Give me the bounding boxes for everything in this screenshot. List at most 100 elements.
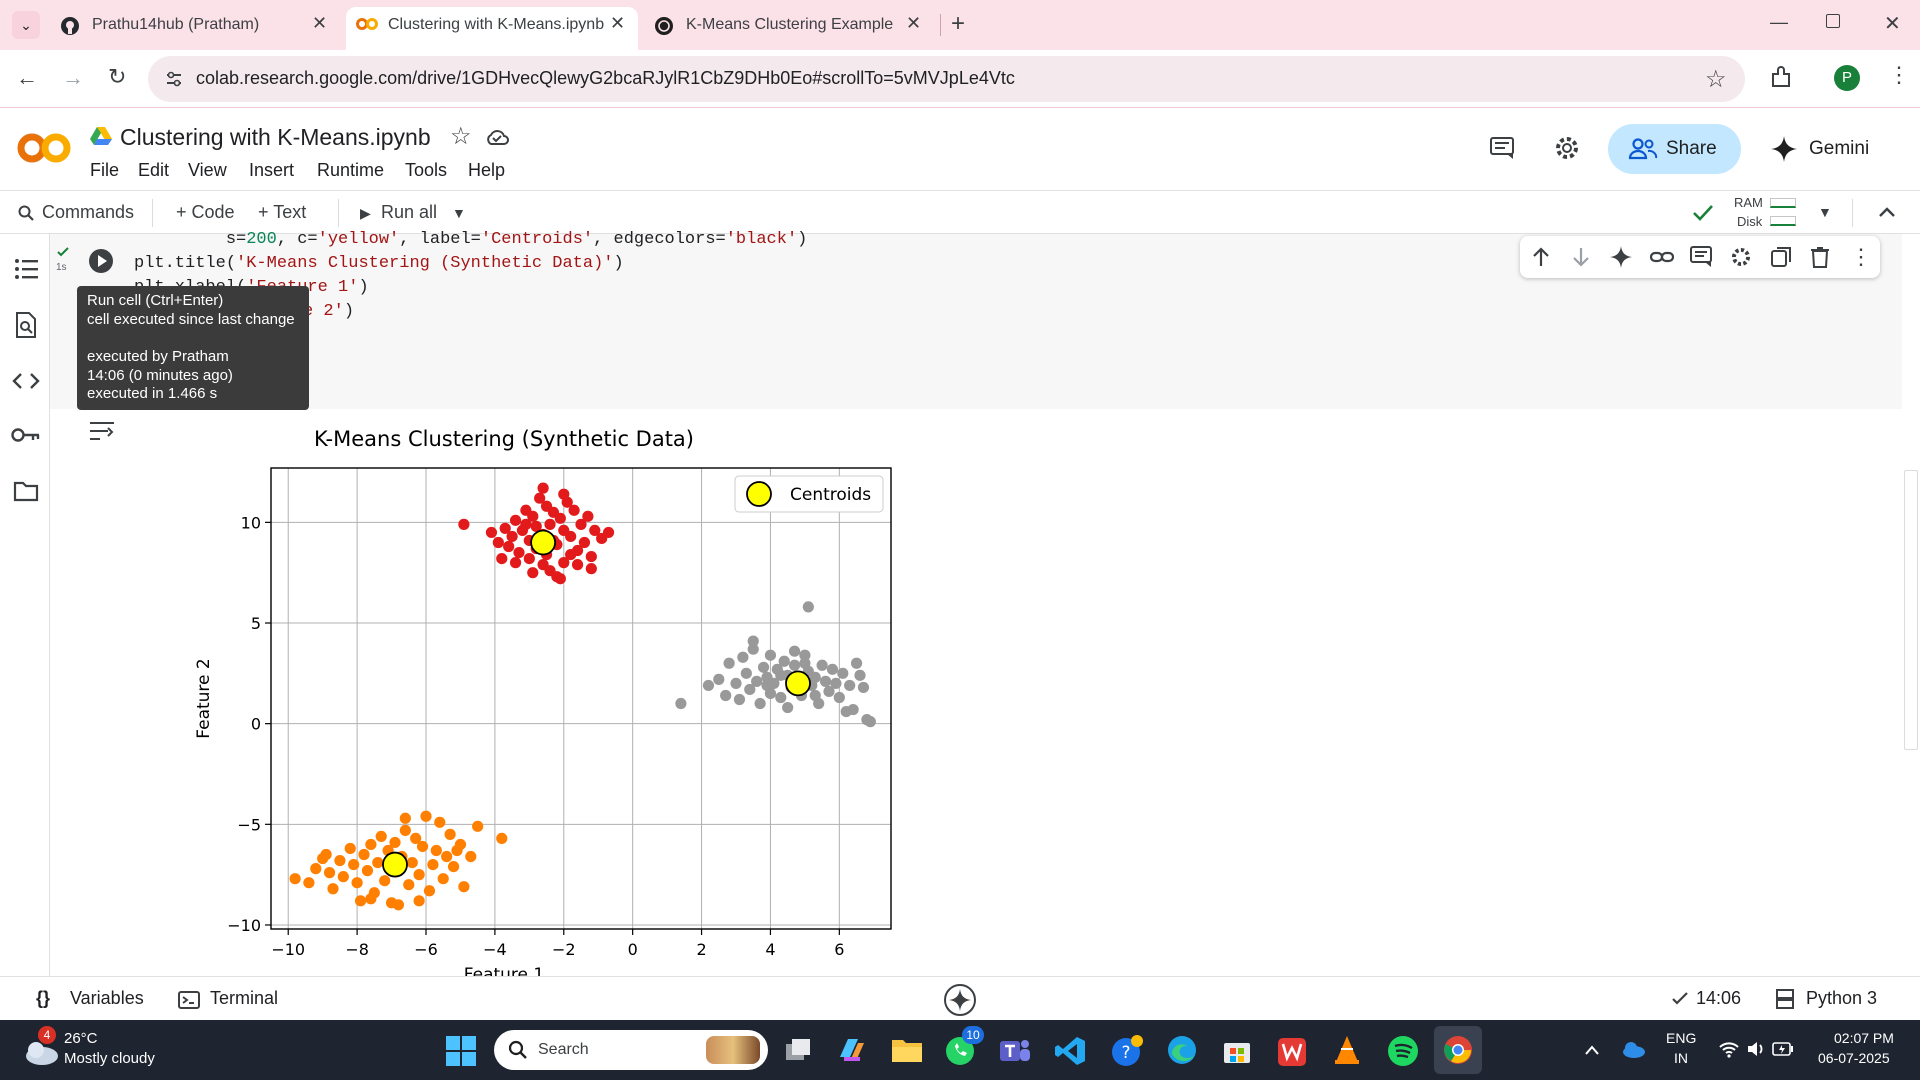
data-point — [568, 504, 580, 516]
data-point — [585, 550, 597, 563]
back-button[interactable]: ← — [16, 65, 38, 91]
weather-cloud-icon[interactable] — [20, 1038, 60, 1066]
code-line[interactable]: e 2') — [303, 302, 354, 321]
gemini-sparkle-icon[interactable] — [1771, 136, 1797, 162]
more-options-icon[interactable]: ⋮ — [1850, 244, 1872, 270]
add-code-button[interactable]: + Code — [176, 202, 235, 223]
people-icon — [1628, 138, 1658, 160]
resources-dropdown-icon[interactable]: ▼ — [1818, 204, 1832, 220]
minimize-button[interactable]: — — [1770, 12, 1788, 33]
microsoft-store-icon[interactable] — [1222, 1035, 1252, 1065]
close-window-button[interactable]: ✕ — [1884, 11, 1901, 36]
wps-office-icon[interactable] — [1276, 1034, 1310, 1068]
task-view-icon[interactable] — [784, 1036, 814, 1064]
close-tab-icon[interactable]: ✕ — [906, 13, 921, 34]
site-info-icon[interactable] — [164, 69, 184, 89]
run-all-dropdown-icon[interactable]: ▼ — [452, 205, 466, 221]
move-up-icon[interactable] — [1530, 246, 1552, 268]
output-actions-icon[interactable] — [89, 419, 115, 443]
new-tab-button[interactable]: + — [951, 10, 965, 38]
settings-gear-icon[interactable] — [1553, 134, 1581, 162]
vlc-icon[interactable] — [1332, 1034, 1362, 1066]
profile-avatar[interactable]: P — [1834, 65, 1860, 91]
gemini-label[interactable]: Gemini — [1809, 138, 1869, 160]
bookmark-star-icon[interactable]: ☆ — [1705, 65, 1727, 94]
ram-meter[interactable] — [1770, 198, 1796, 208]
close-tab-icon[interactable]: ✕ — [312, 13, 327, 34]
mirror-cell-icon[interactable] — [1770, 246, 1792, 268]
code-line[interactable]: plt.title('K-Means Clustering (Synthetic… — [134, 254, 624, 273]
comments-icon[interactable] — [1489, 136, 1515, 160]
delete-trash-icon[interactable] — [1810, 246, 1830, 268]
gemini-assist-icon[interactable] — [943, 983, 977, 1017]
x-tick-label: 4 — [765, 940, 775, 959]
add-text-button[interactable]: + Text — [258, 202, 306, 223]
browser-tab-github[interactable]: Prathu14hub (Pratham) ✕ — [50, 7, 340, 43]
extensions-icon[interactable] — [1768, 65, 1794, 91]
run-all-button[interactable]: Run all — [381, 202, 437, 223]
disk-meter[interactable] — [1770, 216, 1796, 226]
last-run-time[interactable]: 14:06 — [1696, 988, 1741, 1009]
copilot-icon[interactable] — [836, 1035, 868, 1065]
menu-insert[interactable]: Insert — [249, 160, 294, 181]
tab-search-button[interactable]: ⌄ — [12, 11, 40, 39]
file-explorer-icon[interactable] — [890, 1036, 924, 1064]
menu-view[interactable]: View — [188, 160, 227, 181]
data-point — [344, 842, 356, 855]
restore-button[interactable] — [1826, 14, 1840, 28]
language-text[interactable]: ENG — [1666, 1030, 1696, 1046]
region-text[interactable]: IN — [1674, 1050, 1688, 1066]
chrome-icon[interactable] — [1443, 1035, 1473, 1065]
link-icon[interactable] — [1650, 248, 1674, 266]
comment-icon[interactable] — [1690, 246, 1712, 268]
volume-icon[interactable] — [1746, 1040, 1766, 1058]
code-snippets-icon[interactable] — [12, 372, 40, 390]
address-bar[interactable]: colab.research.google.com/drive/1GDHvecQ… — [148, 56, 1745, 102]
files-folder-icon[interactable] — [13, 480, 39, 502]
find-replace-icon[interactable] — [14, 312, 38, 338]
variables-button[interactable]: Variables — [70, 988, 144, 1009]
menu-edit[interactable]: Edit — [138, 160, 169, 181]
cell-settings-icon[interactable] — [1730, 246, 1752, 268]
windows-start-icon[interactable] — [446, 1036, 476, 1066]
clock-time[interactable]: 02:07 PM — [1834, 1030, 1894, 1046]
runtime-type[interactable]: Python 3 — [1806, 988, 1877, 1009]
battery-icon[interactable] — [1772, 1041, 1794, 1057]
menu-file[interactable]: File — [90, 160, 119, 181]
run-cell-button[interactable] — [88, 248, 114, 274]
notebook-scrollbar[interactable] — [1904, 470, 1918, 750]
show-hidden-icons-chevron[interactable] — [1584, 1044, 1600, 1056]
menu-runtime[interactable]: Runtime — [317, 160, 384, 181]
taskbar-search[interactable]: Search — [494, 1030, 768, 1070]
google-drive-icon[interactable] — [90, 126, 112, 146]
teams-icon[interactable] — [998, 1035, 1032, 1067]
share-button[interactable]: Share — [1608, 124, 1741, 174]
edge-icon[interactable] — [1166, 1034, 1198, 1066]
spotify-icon[interactable] — [1386, 1034, 1420, 1068]
onedrive-icon[interactable] — [1620, 1040, 1646, 1058]
data-point — [399, 824, 411, 836]
gemini-cell-icon[interactable] — [1610, 246, 1632, 268]
star-icon[interactable]: ☆ — [450, 122, 472, 151]
notebook-title[interactable]: Clustering with K-Means.ipynb — [120, 124, 431, 151]
terminal-button[interactable]: Terminal — [210, 988, 278, 1009]
commands-button[interactable]: Commands — [42, 202, 134, 223]
colab-logo[interactable] — [16, 130, 72, 166]
get-help-icon[interactable]: ? — [1110, 1034, 1144, 1068]
menu-help[interactable]: Help — [468, 160, 505, 181]
collapse-header-icon[interactable] — [1878, 205, 1896, 219]
move-down-icon[interactable] — [1570, 246, 1592, 268]
clock-date[interactable]: 06-07-2025 — [1818, 1050, 1890, 1066]
vscode-icon[interactable] — [1054, 1035, 1086, 1067]
code-line[interactable]: s=200, c='yellow', label='Centroids', ed… — [134, 230, 808, 249]
forward-button[interactable]: → — [62, 65, 84, 91]
browser-tab-colab[interactable]: Clustering with K-Means.ipynb ✕ — [346, 7, 638, 50]
close-tab-icon[interactable]: ✕ — [610, 13, 625, 34]
browser-tab-chatgpt[interactable]: K-Means Clustering Example ✕ — [644, 7, 934, 43]
browser-menu-icon[interactable]: ⋮ — [1888, 62, 1910, 88]
wifi-icon[interactable] — [1718, 1040, 1740, 1058]
table-of-contents-icon[interactable] — [14, 258, 38, 280]
menu-tools[interactable]: Tools — [405, 160, 447, 181]
reload-button[interactable]: ↻ — [108, 64, 126, 90]
secrets-key-icon[interactable] — [11, 426, 41, 444]
